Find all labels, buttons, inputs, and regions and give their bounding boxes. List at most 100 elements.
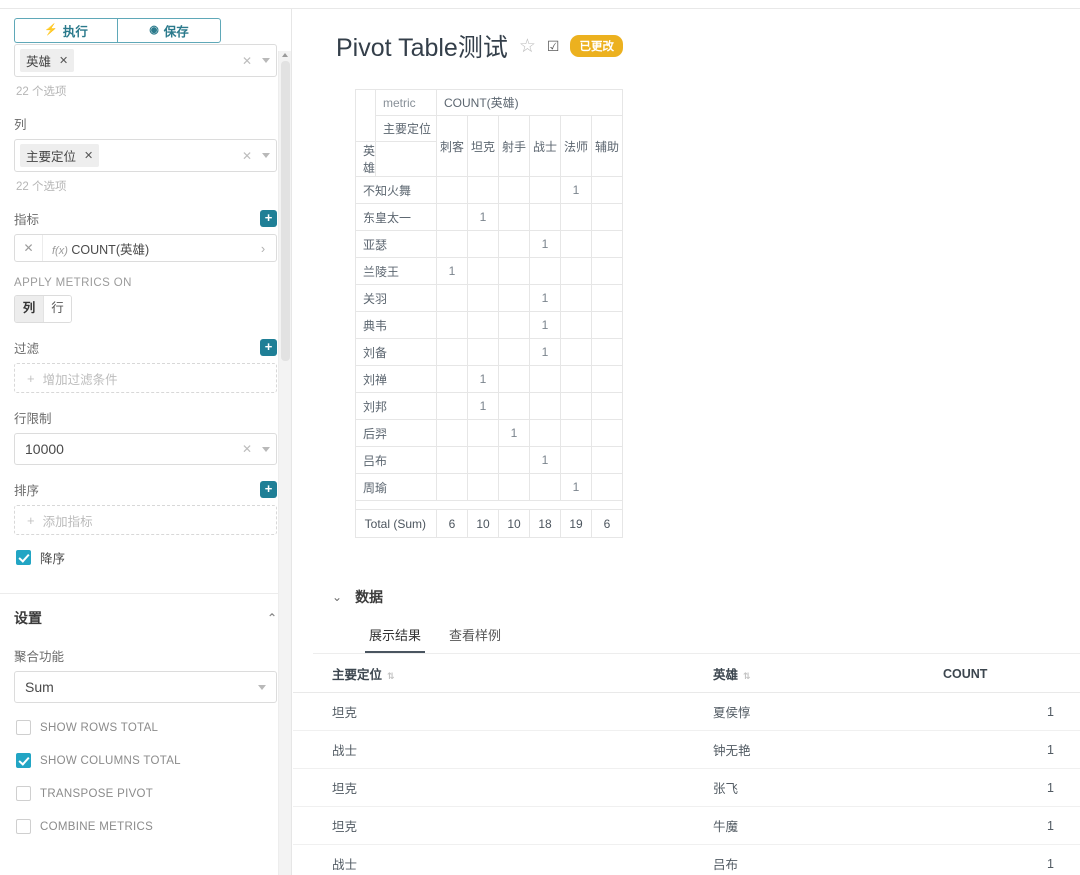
scroll-up-icon[interactable]: [282, 53, 288, 57]
row-limit-actions: ✕: [242, 442, 270, 456]
tab-results[interactable]: 展示结果: [365, 625, 425, 653]
cell-role: 战士: [293, 731, 713, 769]
chevron-down-icon[interactable]: [262, 447, 270, 452]
add-sort-button[interactable]: +: [260, 481, 277, 498]
chevron-right-icon[interactable]: ›: [250, 241, 276, 256]
add-filter-button[interactable]: +: [260, 339, 277, 356]
chevron-down-icon[interactable]: [262, 58, 270, 63]
metric-item[interactable]: ✕ f(x) COUNT(英雄) ›: [14, 234, 277, 262]
rows-select[interactable]: 英雄 ✕ ✕: [14, 44, 277, 77]
pivot-row-label: 不知火舞: [356, 177, 437, 204]
run-button-label: 执行: [63, 21, 88, 40]
pivot-row: 吕布1: [356, 447, 623, 474]
pivot-row: 典韦1: [356, 312, 623, 339]
pivot-row: 刘禅1: [356, 366, 623, 393]
settings-section-header[interactable]: 设置 ⌃: [14, 594, 277, 628]
pivot-cell-4: [561, 447, 592, 474]
pivot-row-label: 周瑜: [356, 474, 437, 501]
aggregation-select[interactable]: Sum: [14, 671, 277, 703]
pivot-column-dimension: 主要定位: [376, 116, 437, 142]
column-header-hero[interactable]: 英雄 ⇅: [713, 654, 943, 693]
transpose-pivot-row[interactable]: TRANSPOSE PIVOT: [16, 786, 277, 801]
show-rows-total-checkbox[interactable]: [16, 720, 31, 735]
cell-count: 1: [943, 807, 1080, 845]
table-row: 战士吕布1: [293, 845, 1080, 875]
add-sort-dropzone[interactable]: + 添加指标: [14, 505, 277, 535]
pivot-cell-5: [592, 447, 623, 474]
pivot-cell-3: [530, 204, 561, 231]
rows-chip[interactable]: 英雄 ✕: [20, 49, 74, 72]
star-icon[interactable]: ☆: [519, 35, 536, 58]
pivot-col-2: 射手: [499, 116, 530, 177]
chevron-down-icon[interactable]: [262, 153, 270, 158]
sort-icon[interactable]: ⇅: [387, 671, 394, 681]
pivot-cell-5: [592, 393, 623, 420]
column-header-hero-label: 英雄: [713, 668, 738, 682]
pivot-cell-4: 1: [561, 177, 592, 204]
edit-icon[interactable]: ☑: [547, 38, 560, 55]
descending-checkbox-row[interactable]: 降序: [16, 548, 277, 567]
cell-hero: 张飞: [713, 769, 943, 807]
clear-icon[interactable]: ✕: [242, 149, 252, 163]
run-button[interactable]: ⚡ 执行: [14, 18, 117, 43]
pivot-total-4: 19: [561, 510, 592, 538]
row-limit-label: 行限制: [14, 408, 52, 427]
chevron-down-icon[interactable]: [258, 685, 266, 690]
pivot-total-3: 18: [530, 510, 561, 538]
cell-role: 坦克: [293, 693, 713, 731]
cell-hero: 吕布: [713, 845, 943, 875]
plus-icon: +: [27, 513, 35, 528]
add-filter-dropzone[interactable]: + 增加过滤条件: [14, 363, 277, 393]
columns-options-hint: 22 个选项: [16, 178, 277, 194]
clear-icon[interactable]: ✕: [242, 54, 252, 68]
top-divider: [0, 0, 1080, 9]
pivot-cell-0: [437, 420, 468, 447]
pivot-cell-1: [468, 312, 499, 339]
row-limit-select[interactable]: 10000 ✕: [14, 433, 277, 465]
show-columns-total-checkbox[interactable]: [16, 753, 31, 768]
pivot-total-row: Total (Sum) 6 10 10 18 19 6: [356, 510, 623, 538]
pivot-cell-3: [530, 366, 561, 393]
close-icon[interactable]: ✕: [84, 149, 93, 162]
descending-checkbox[interactable]: [16, 550, 31, 565]
save-button[interactable]: ◉ 保存: [117, 18, 221, 43]
pivot-cell-5: [592, 312, 623, 339]
pivot-cell-1: [468, 258, 499, 285]
chevron-up-icon[interactable]: ⌃: [267, 611, 277, 625]
column-header-role[interactable]: 主要定位⇅: [293, 654, 713, 693]
chevron-down-icon[interactable]: ⌄: [332, 590, 342, 604]
scrollbar-thumb[interactable]: [281, 61, 290, 361]
apply-metrics-option-columns[interactable]: 列: [15, 296, 43, 322]
cell-role: 坦克: [293, 769, 713, 807]
combine-metrics-row[interactable]: COMBINE METRICS: [16, 819, 277, 834]
columns-chip[interactable]: 主要定位 ✕: [20, 144, 99, 167]
row-limit-value: 10000: [25, 441, 64, 457]
columns-select[interactable]: 主要定位 ✕ ✕: [14, 139, 277, 172]
sidebar-scrollbar[interactable]: [278, 51, 291, 875]
pivot-total-label: Total (Sum): [356, 510, 437, 538]
columns-select-actions: ✕: [242, 149, 270, 163]
combine-metrics-checkbox[interactable]: [16, 819, 31, 834]
tab-samples[interactable]: 查看样例: [445, 625, 505, 653]
pivot-total-0: 6: [437, 510, 468, 538]
add-metric-button[interactable]: +: [260, 210, 277, 227]
apply-metrics-option-rows[interactable]: 行: [43, 296, 71, 322]
clear-icon[interactable]: ✕: [242, 442, 252, 456]
close-icon[interactable]: ✕: [59, 54, 68, 67]
data-section-header[interactable]: ⌄ 数据: [293, 587, 1080, 607]
filter-label-row: 过滤 +: [14, 338, 277, 357]
aggregation-label: 聚合功能: [14, 646, 277, 665]
column-header-count[interactable]: COUNT: [943, 654, 1080, 693]
transpose-pivot-checkbox[interactable]: [16, 786, 31, 801]
pivot-cell-2: [499, 312, 530, 339]
pivot-cell-1: [468, 285, 499, 312]
show-columns-total-row[interactable]: SHOW COLUMNS TOTAL: [16, 753, 277, 768]
show-rows-total-row[interactable]: SHOW ROWS TOTAL: [16, 720, 277, 735]
page-title: Pivot Table测试: [336, 28, 508, 64]
pivot-cell-1: 1: [468, 204, 499, 231]
pivot-row: 亚瑟1: [356, 231, 623, 258]
sort-icon[interactable]: ⇅: [743, 671, 750, 681]
rows-options-hint: 22 个选项: [16, 83, 277, 99]
remove-metric-icon[interactable]: ✕: [15, 235, 43, 261]
pivot-cell-0: [437, 285, 468, 312]
